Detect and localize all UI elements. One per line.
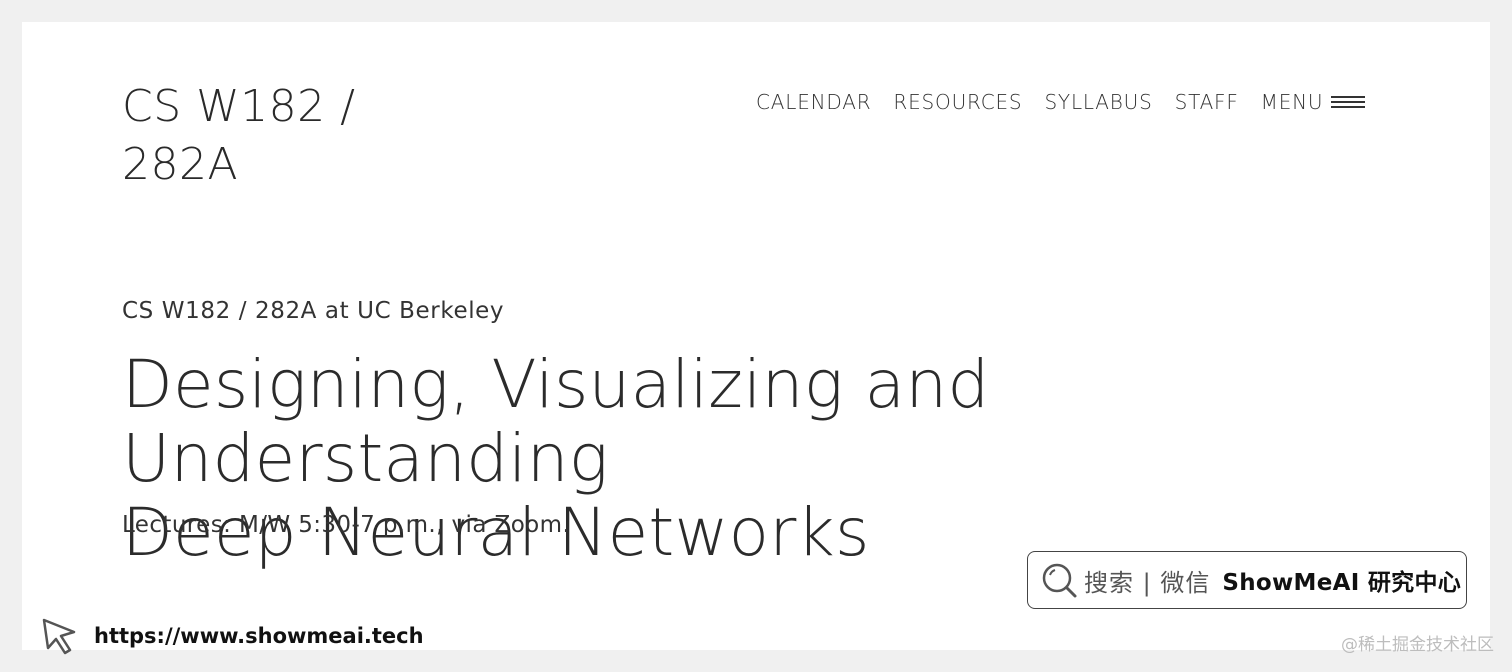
- course-kicker: CS W182 / 282A at UC Berkeley: [122, 298, 505, 324]
- nav-calendar[interactable]: CALENDAR: [756, 90, 871, 114]
- nav-syllabus[interactable]: SYLLABUS: [1044, 90, 1152, 114]
- footer-link: https://www.showmeai.tech: [40, 616, 424, 656]
- nav-resources[interactable]: RESOURCES: [893, 90, 1022, 114]
- menu-button[interactable]: MENU: [1261, 90, 1366, 114]
- site-title-line2[interactable]: 282A: [122, 136, 442, 194]
- search-label: 搜索 | 微信: [1084, 568, 1211, 597]
- menu-label: MENU: [1260, 90, 1324, 114]
- footer-url[interactable]: https://www.showmeai.tech: [94, 624, 424, 648]
- search-brand: ShowMeAI 研究中心: [1222, 570, 1462, 596]
- magnifier-icon: [1042, 563, 1077, 598]
- cursor-arrow-icon: [42, 618, 76, 655]
- nav-staff[interactable]: STAFF: [1175, 90, 1239, 114]
- headline-line1: Designing, Visualizing and Understanding: [122, 346, 990, 497]
- search-badge: 搜索 | 微信 ShowMeAI 研究中心: [1027, 551, 1467, 609]
- hamburger-icon: [1331, 96, 1366, 108]
- watermark: @稀土掘金技术社区: [1341, 635, 1494, 655]
- top-nav: CALENDAR RESOURCES SYLLABUS STAFF MENU: [756, 90, 1366, 114]
- site-title[interactable]: CS W182 / 282A: [122, 78, 442, 194]
- lecture-info: Lectures: M/W 5:30-7 p.m., via Zoom.: [122, 512, 571, 538]
- site-title-line1[interactable]: CS W182 /: [122, 78, 442, 136]
